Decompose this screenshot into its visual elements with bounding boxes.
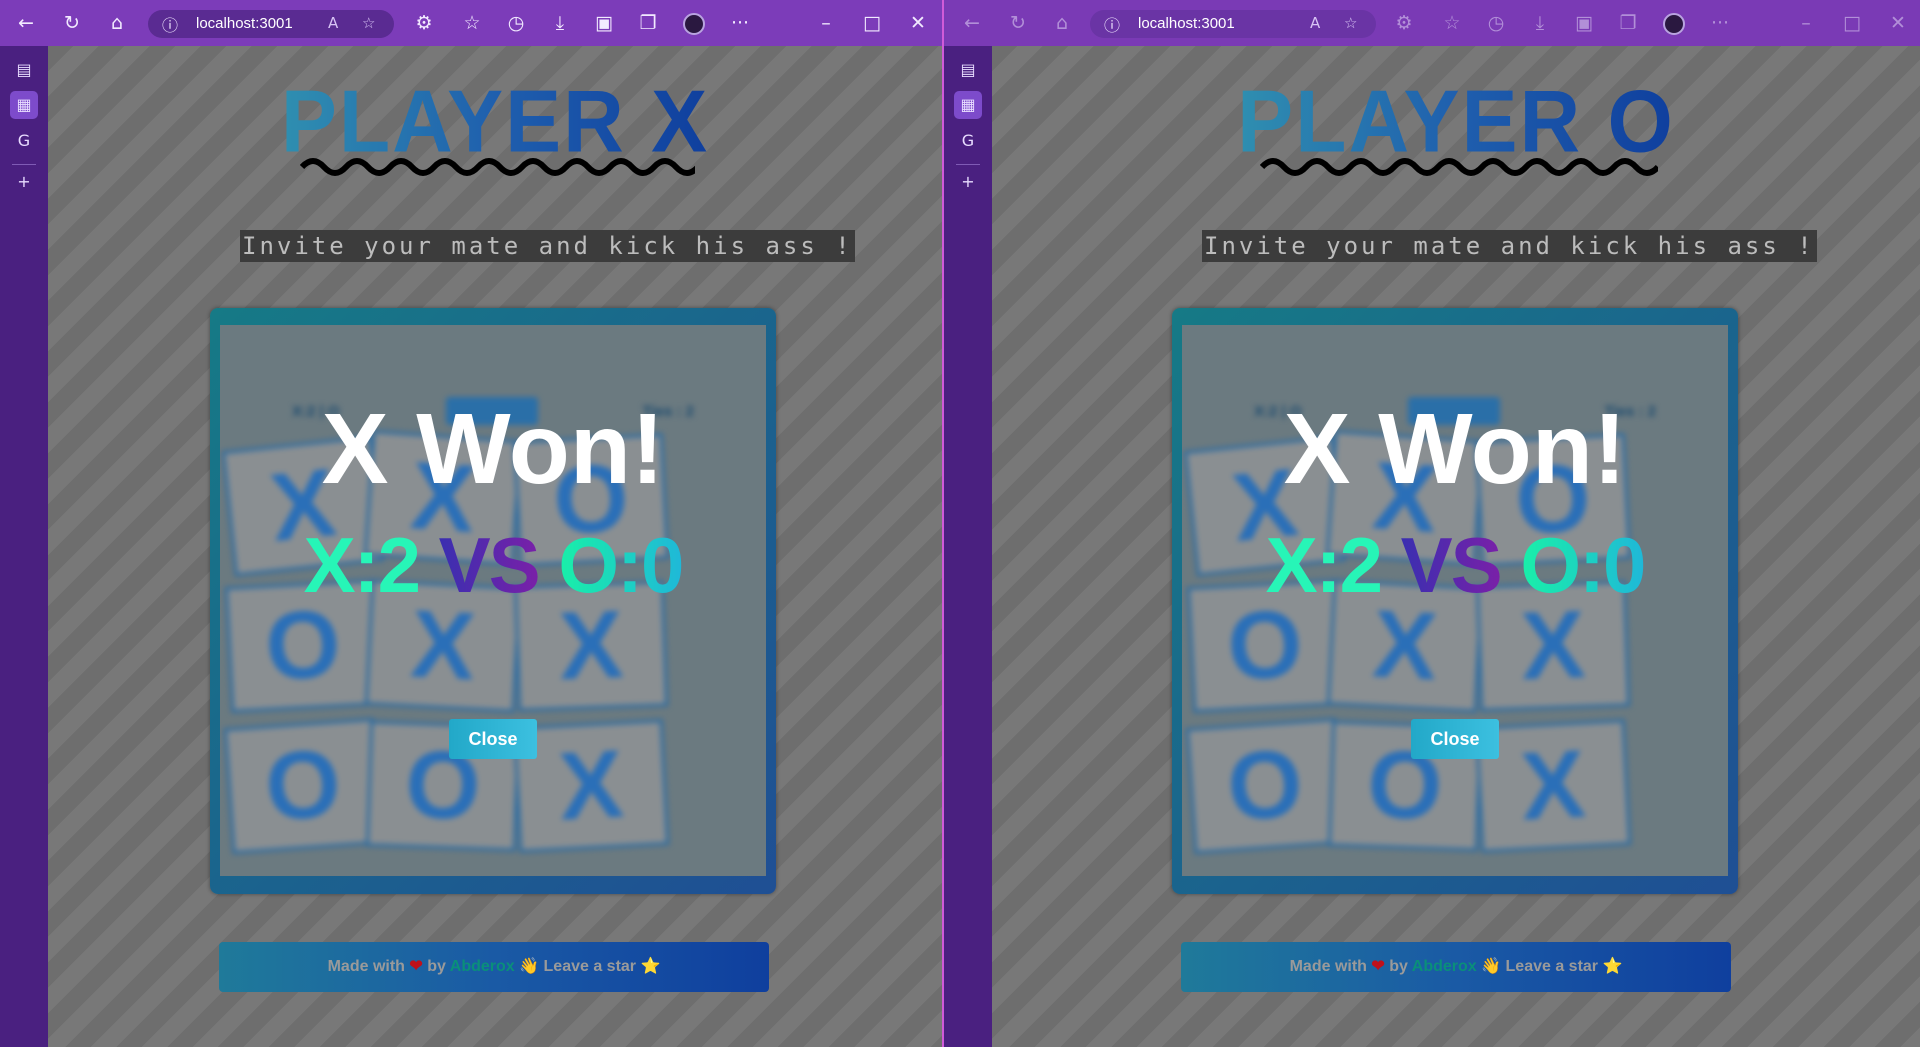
score-vs: VS	[438, 521, 541, 609]
tagline: Invite your mate and kick his ass !	[240, 230, 855, 262]
cell[interactable]: O	[223, 717, 383, 855]
final-score: X:2 VS O:0	[220, 515, 766, 615]
winner-title: X Won!	[1283, 393, 1627, 505]
browser-window-left: ← ↻ ⌂ ⓘ localhost:3001 A ☆ ⚙ ☆ ◷ ⤓ ▣ ❐ ·…	[0, 0, 942, 1047]
refresh-icon[interactable]: ↻	[58, 10, 86, 36]
avatar[interactable]	[683, 13, 705, 35]
squiggle-underline	[300, 158, 695, 176]
tagline: Invite your mate and kick his ass !	[1202, 230, 1817, 262]
refresh-icon[interactable]: ↻	[1004, 10, 1032, 36]
sidebar-divider	[956, 164, 980, 165]
score-x: X:2	[303, 521, 421, 609]
favorites-icon[interactable]: ☆	[1438, 10, 1466, 36]
tab-actions-icon[interactable]: ❐	[1614, 10, 1642, 36]
heart-icon: ❤	[1371, 958, 1385, 975]
downloads-icon[interactable]: ⤓	[1526, 10, 1554, 36]
star-link[interactable]: Leave a star	[544, 958, 637, 975]
address-bar[interactable]: ⓘ localhost:3001 A ☆	[1090, 10, 1376, 38]
image-tool-icon[interactable]: ▦	[10, 91, 38, 119]
add-favorite-icon[interactable]: ☆	[1344, 14, 1357, 32]
tab-panel-icon[interactable]: ▤	[954, 56, 982, 84]
game-board: X:2 | O Ties : 2 X X O O X X O O X X Won…	[1172, 308, 1738, 894]
footer: Made with ❤ by Abderox 👋 Leave a star ⭐	[219, 942, 769, 992]
final-score: X:2 VS O:0	[1182, 515, 1728, 615]
site-info-icon[interactable]: ⓘ	[1104, 12, 1120, 36]
collections-icon[interactable]: ▣	[590, 10, 618, 36]
avatar[interactable]	[1663, 13, 1685, 35]
home-icon[interactable]: ⌂	[103, 10, 131, 36]
score-x: X:2	[1265, 521, 1383, 609]
downloads-icon[interactable]: ⤓	[546, 10, 574, 36]
add-icon[interactable]: +	[10, 168, 38, 196]
close-button[interactable]: Close	[1411, 719, 1499, 759]
footer-by: by	[427, 958, 446, 975]
heart-icon: ❤	[409, 958, 423, 975]
more-icon[interactable]: ···	[726, 10, 754, 36]
more-icon[interactable]: ···	[1706, 10, 1734, 36]
game-board: X:2 | O Ties : 2 X X O O X X O O X X Won…	[210, 308, 776, 894]
history-icon[interactable]: ◷	[502, 10, 530, 36]
collections-icon[interactable]: ▣	[1570, 10, 1598, 36]
page-content: PLAYER X Invite your mate and kick his a…	[48, 46, 942, 1047]
author-link[interactable]: Abderox	[450, 958, 515, 975]
maximize-icon[interactable]: □	[1838, 10, 1866, 36]
tab-actions-icon[interactable]: ❐	[634, 10, 662, 36]
extensions-icon[interactable]: ⚙	[1390, 10, 1418, 36]
footer: Made with ❤ by Abderox 👋 Leave a star ⭐	[1181, 942, 1731, 992]
browser-window-right: ← ↻ ⌂ ⓘ localhost:3001 A ☆ ⚙ ☆ ◷ ⤓ ▣ ❐ ·…	[942, 0, 1920, 1047]
footer-by: by	[1389, 958, 1408, 975]
score-o: O:0	[558, 521, 684, 609]
browser-sidebar: ▤ ▦ G +	[944, 46, 992, 1047]
back-arrow-icon[interactable]: ←	[12, 10, 40, 36]
address-url: localhost:3001	[196, 15, 293, 32]
google-icon[interactable]: G	[954, 127, 982, 155]
extensions-icon[interactable]: ⚙	[410, 10, 438, 36]
star-icon: ⭐	[640, 958, 661, 975]
page-content: PLAYER O Invite your mate and kick his a…	[992, 46, 1920, 1047]
board-inner: X:2 | O Ties : 2 X X O O X X O O X X Won…	[1182, 325, 1728, 876]
close-icon[interactable]: ✕	[1884, 10, 1912, 36]
wave-icon: 👋	[519, 958, 540, 975]
read-aloud-icon[interactable]: A	[328, 14, 338, 32]
close-button[interactable]: Close	[449, 719, 537, 759]
close-icon[interactable]: ✕	[904, 10, 932, 36]
sidebar-divider	[12, 164, 36, 165]
add-icon[interactable]: +	[954, 168, 982, 196]
google-icon[interactable]: G	[10, 127, 38, 155]
history-icon[interactable]: ◷	[1482, 10, 1510, 36]
favorites-icon[interactable]: ☆	[458, 10, 486, 36]
address-bar[interactable]: ⓘ localhost:3001 A ☆	[148, 10, 394, 38]
home-icon[interactable]: ⌂	[1048, 10, 1076, 36]
squiggle-underline	[1260, 158, 1658, 176]
maximize-icon[interactable]: □	[858, 10, 886, 36]
cell[interactable]: O	[1185, 717, 1345, 855]
address-url: localhost:3001	[1138, 15, 1235, 32]
site-info-icon[interactable]: ⓘ	[162, 12, 178, 36]
author-link[interactable]: Abderox	[1412, 958, 1477, 975]
score-o: O:0	[1520, 521, 1646, 609]
image-tool-icon[interactable]: ▦	[954, 91, 982, 119]
star-link[interactable]: Leave a star	[1506, 958, 1599, 975]
footer-made-with: Made with	[327, 958, 405, 975]
minimize-icon[interactable]: –	[812, 10, 840, 36]
add-favorite-icon[interactable]: ☆	[362, 14, 375, 32]
browser-sidebar: ▤ ▦ G +	[0, 46, 48, 1047]
star-icon: ⭐	[1602, 958, 1623, 975]
score-vs: VS	[1400, 521, 1503, 609]
minimize-icon[interactable]: –	[1792, 10, 1820, 36]
title-bar: ← ↻ ⌂ ⓘ localhost:3001 A ☆ ⚙ ☆ ◷ ⤓ ▣ ❐ ·…	[0, 0, 942, 46]
winner-title: X Won!	[321, 393, 665, 505]
read-aloud-icon[interactable]: A	[1310, 14, 1320, 32]
tab-panel-icon[interactable]: ▤	[10, 56, 38, 84]
title-bar: ← ↻ ⌂ ⓘ localhost:3001 A ☆ ⚙ ☆ ◷ ⤓ ▣ ❐ ·…	[944, 0, 1920, 46]
wave-icon: 👋	[1481, 958, 1502, 975]
footer-made-with: Made with	[1289, 958, 1367, 975]
back-arrow-icon[interactable]: ←	[958, 10, 986, 36]
board-inner: X:2 | O Ties : 2 X X O O X X O O X X Won…	[220, 325, 766, 876]
